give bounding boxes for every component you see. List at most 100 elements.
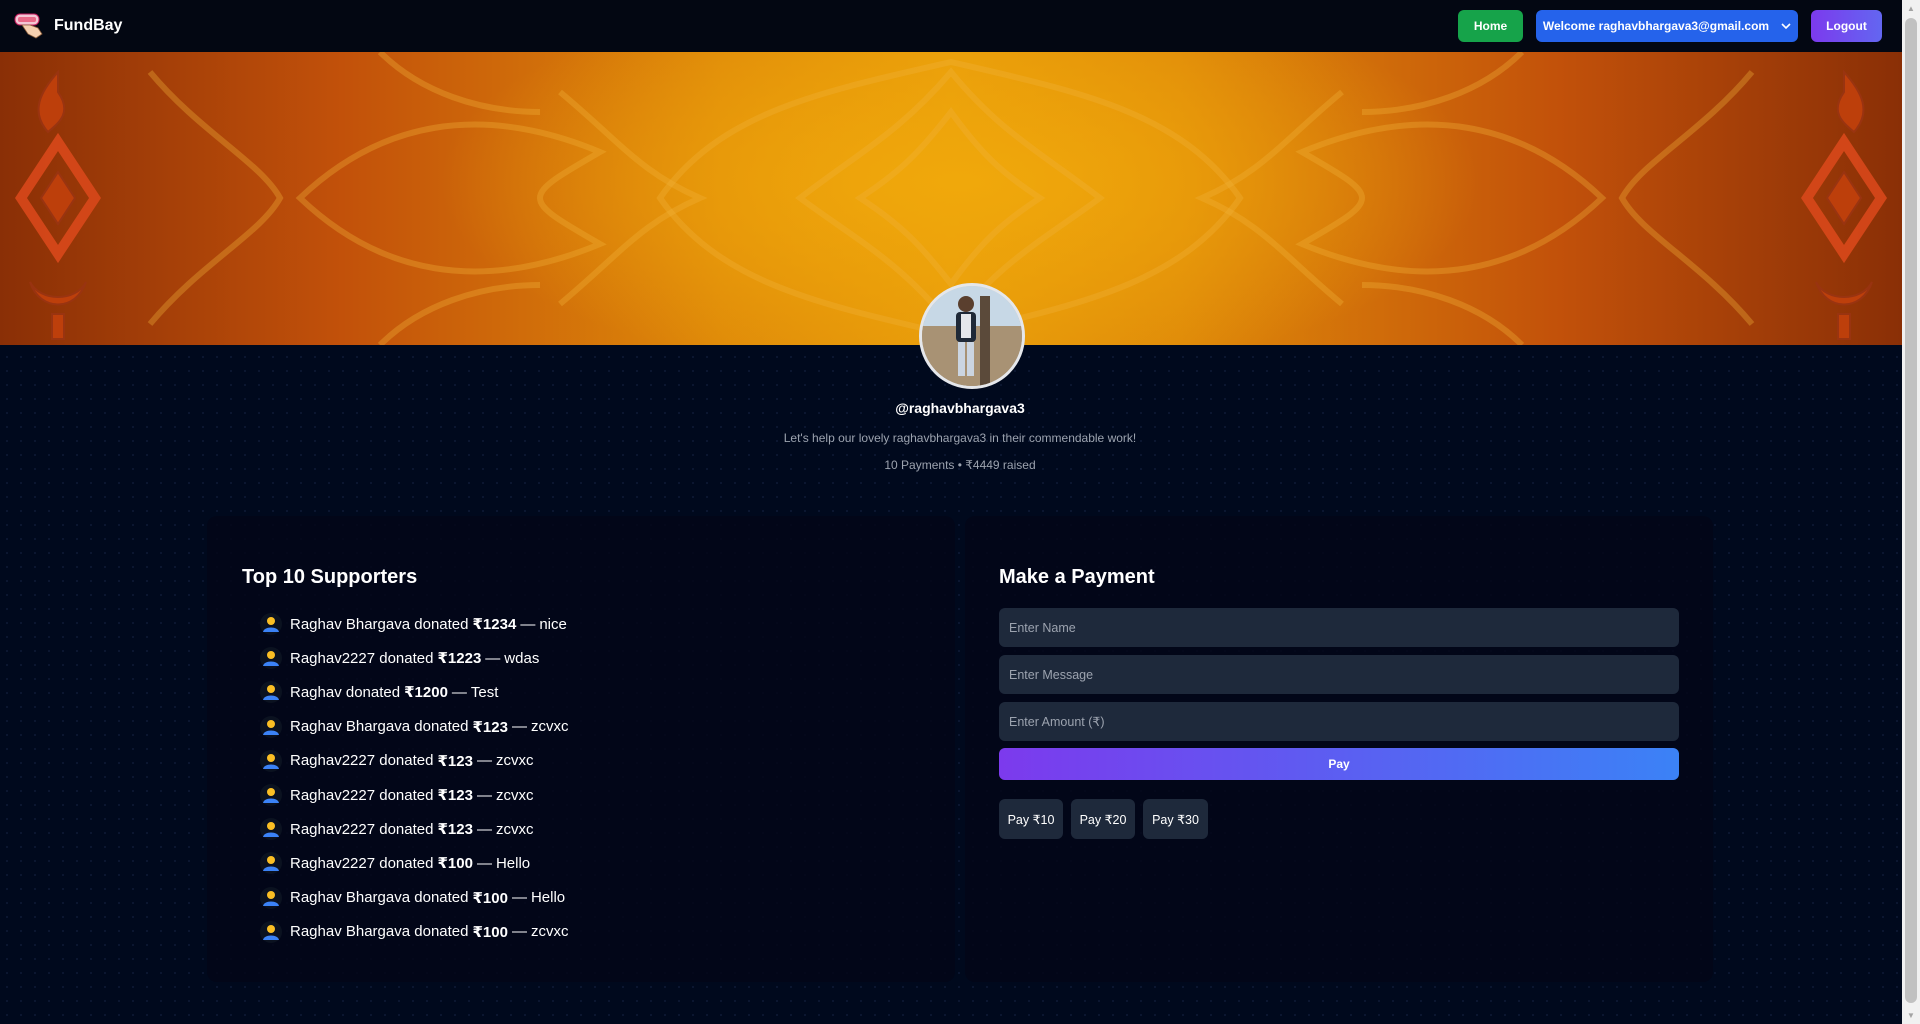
- page: FundBay Home Welcome raghavbhargava3@gma…: [0, 0, 1902, 1024]
- supporter-message: zcvxc: [530, 718, 569, 736]
- chevron-down-icon: [1781, 19, 1791, 33]
- supporters-panel: Top 10 Supporters Raghav Bhargava donate…: [207, 516, 955, 982]
- supporter-amount: ₹100: [472, 889, 508, 907]
- message-input[interactable]: Enter Message: [999, 655, 1679, 694]
- donated-word: donated: [414, 923, 469, 941]
- supporter-amount: ₹123: [437, 821, 473, 839]
- donated-word: donated: [379, 649, 434, 667]
- supporter-message: Hello: [495, 854, 531, 872]
- supporter-name: Raghav Bhargava: [290, 923, 411, 941]
- separator: —: [476, 786, 492, 804]
- separator: —: [451, 683, 467, 701]
- supporter-row: Raghav Bhargava donated ₹123— zcvxc: [260, 710, 568, 744]
- user-avatar-icon: [260, 920, 282, 943]
- supporter-message: nice: [539, 615, 567, 633]
- supporter-row: Raghav2227 donated ₹1223— wdas: [260, 641, 568, 675]
- supporter-name: Raghav2227: [290, 820, 376, 838]
- supporter-row: Raghav Bhargava donated ₹100— Hello: [260, 881, 568, 915]
- separator: —: [520, 615, 536, 633]
- donated-word: donated: [379, 820, 434, 838]
- brand-name: FundBay: [54, 17, 123, 34]
- donated-word: donated: [379, 786, 434, 804]
- nav-actions: Home Welcome raghavbhargava3@gmail.com L…: [1458, 10, 1882, 42]
- supporter-name: Raghav Bhargava: [290, 718, 411, 736]
- scroll-up-icon[interactable]: ▲: [1902, 0, 1920, 17]
- pay-30-button[interactable]: Pay ₹30: [1143, 799, 1208, 839]
- supporter-name: Raghav2227: [290, 752, 376, 770]
- separator: —: [485, 649, 501, 667]
- supporter-row: Raghav2227 donated ₹123— zcvxc: [260, 778, 568, 812]
- donated-word: donated: [414, 889, 469, 907]
- supporter-name: Raghav: [290, 683, 342, 701]
- supporter-message: wdas: [504, 649, 540, 667]
- brand[interactable]: FundBay: [14, 12, 122, 40]
- donated-word: donated: [345, 683, 401, 701]
- separator: —: [476, 854, 492, 872]
- user-avatar-icon: [260, 886, 282, 909]
- user-avatar-icon: [260, 647, 282, 670]
- user-avatar-icon: [260, 818, 282, 841]
- person-photo-icon: [922, 286, 1022, 386]
- pay-20-button[interactable]: Pay ₹20: [1071, 799, 1135, 839]
- user-avatar-icon: [260, 784, 282, 807]
- user-avatar-icon: [260, 715, 282, 738]
- user-avatar-icon: [260, 613, 282, 636]
- pay-10-button[interactable]: Pay ₹10: [999, 799, 1063, 839]
- name-input[interactable]: Enter Name: [999, 608, 1679, 647]
- supporter-name: Raghav Bhargava: [290, 889, 411, 907]
- supporter-amount: ₹1200: [404, 684, 448, 702]
- donated-word: donated: [379, 854, 434, 872]
- profile-tagline: Let's help our lovely raghavbhargava3 in…: [783, 431, 1137, 445]
- supporter-name: Raghav2227: [290, 649, 376, 667]
- supporter-row: Raghav2227 donated ₹123— zcvxc: [260, 812, 568, 846]
- supporter-amount: ₹123: [437, 787, 473, 805]
- supporter-message: zcvxc: [495, 752, 534, 770]
- supporter-amount: ₹100: [437, 855, 473, 873]
- supporter-name: Raghav2227: [290, 786, 376, 804]
- separator: —: [511, 718, 527, 736]
- supporter-message: Test: [470, 683, 499, 701]
- supporter-row: Raghav2227 donated ₹100— Hello: [260, 846, 568, 880]
- supporter-row: Raghav Bhargava donated ₹100— zcvxc: [260, 915, 568, 949]
- donated-word: donated: [414, 718, 469, 736]
- donated-word: donated: [379, 752, 434, 770]
- supporter-message: zcvxc: [495, 820, 534, 838]
- separator: —: [476, 752, 492, 770]
- supporter-message: Hello: [530, 889, 566, 907]
- supporter-message: zcvxc: [495, 786, 534, 804]
- supporter-name: Raghav2227: [290, 854, 376, 872]
- profile-avatar: [919, 283, 1025, 389]
- home-button[interactable]: Home: [1458, 10, 1523, 42]
- supporter-amount: ₹1223: [437, 650, 482, 668]
- user-avatar-icon: [260, 749, 282, 772]
- payment-title: Make a Payment: [999, 566, 1155, 588]
- separator: —: [511, 889, 527, 907]
- supporter-message: zcvxc: [530, 923, 569, 941]
- donation-logo-icon: [14, 12, 46, 40]
- welcome-dropdown-button[interactable]: Welcome raghavbhargava3@gmail.com: [1536, 10, 1798, 42]
- scrollbar[interactable]: ▲ ▼: [1902, 0, 1920, 1024]
- separator: —: [476, 820, 492, 838]
- supporter-amount: ₹123: [472, 718, 508, 736]
- supporters-title: Top 10 Supporters: [242, 566, 418, 588]
- supporter-amount: ₹100: [472, 923, 508, 941]
- scrollbar-thumb[interactable]: [1905, 18, 1917, 1003]
- supporter-row: Raghav donated ₹1200— Test: [260, 675, 568, 709]
- pay-button[interactable]: Pay: [999, 748, 1679, 780]
- supporters-list: Raghav Bhargava donated ₹1234— nice Raghav2…: [260, 607, 568, 949]
- amount-input[interactable]: Enter Amount (₹): [999, 702, 1679, 741]
- payment-panel: Make a Payment Enter Name Enter Message …: [965, 516, 1713, 982]
- welcome-label: Welcome raghavbhargava3@gmail.com: [1542, 19, 1770, 33]
- supporter-name: Raghav Bhargava: [290, 615, 411, 633]
- separator: —: [511, 923, 527, 941]
- logout-button[interactable]: Logout: [1811, 10, 1882, 42]
- supporter-row: Raghav2227 donated ₹123— zcvxc: [260, 744, 568, 778]
- profile-username: @raghavbhargava3: [895, 400, 1025, 416]
- scroll-down-icon[interactable]: ▼: [1902, 1007, 1920, 1024]
- donated-word: donated: [414, 615, 469, 633]
- supporter-row: Raghav Bhargava donated ₹1234— nice: [260, 607, 568, 641]
- profile-stats: 10 Payments • ₹4449 raised: [884, 458, 1036, 472]
- user-avatar-icon: [260, 852, 282, 875]
- navbar: FundBay Home Welcome raghavbhargava3@gma…: [0, 0, 1902, 52]
- user-avatar-icon: [260, 681, 282, 704]
